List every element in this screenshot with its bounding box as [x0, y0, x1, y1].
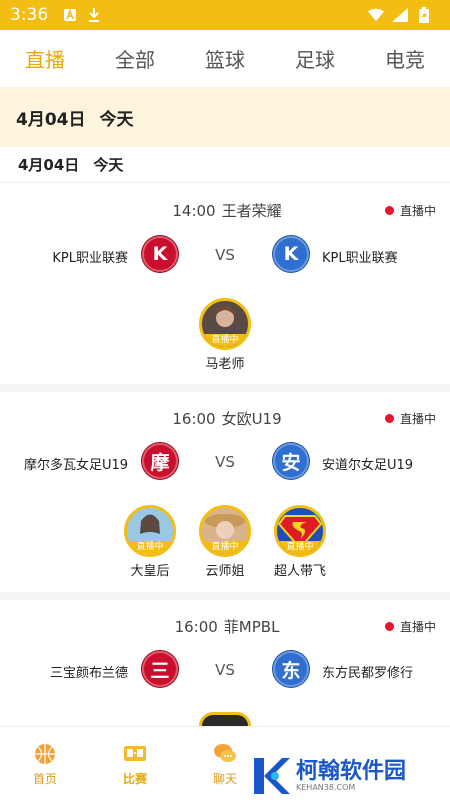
anchor-avatar: 直播中: [199, 505, 251, 557]
status-bar: 3:36: [0, 0, 450, 30]
battery-icon: [416, 7, 432, 23]
live-status: 直播中: [384, 202, 436, 219]
vs-label: VS: [215, 246, 235, 264]
signal-icon: [392, 7, 408, 23]
anchor-avatar: 直播中: [199, 298, 251, 350]
anchor-name: 云师姐: [205, 564, 245, 579]
live-dot-icon: [384, 206, 394, 215]
date-section-date: 4月04日: [18, 156, 80, 174]
live-status-label: 直播中: [399, 412, 436, 426]
home-team-badge: 三: [142, 651, 178, 687]
anchor-name: 超人带飞: [273, 564, 326, 579]
chat-bubbles-icon: [214, 744, 236, 762]
anchor-avatar-partial[interactable]: [199, 712, 251, 726]
live-status-label: 直播中: [399, 620, 436, 634]
home-team-badge: 摩: [142, 443, 178, 479]
date-section-day: 今天: [93, 156, 124, 174]
nav-chat-label: 聊天: [212, 772, 237, 786]
anchor-live-tag: 直播中: [127, 541, 173, 554]
anchor-live-tag: 直播中: [277, 541, 323, 554]
away-team-badge: K: [273, 236, 309, 272]
match-card[interactable]: 16:00 女欧U19 直播中 摩尔多瓦女足U19 摩 VS 安 安道尔女足U19…: [0, 392, 450, 600]
date-banner-day: 今天: [99, 109, 134, 130]
away-team-badge: 安: [273, 443, 309, 479]
anchor-avatar: 直播中: [124, 505, 176, 557]
status-time: 3:36: [10, 5, 49, 25]
live-status: 直播中: [384, 410, 436, 427]
anchor-item[interactable]: 直播中 云师姐: [196, 505, 254, 579]
anchor-avatar: 直播中: [274, 505, 326, 557]
home-team-badge: K: [142, 236, 178, 272]
nav-matches[interactable]: 比赛: [90, 727, 180, 800]
live-status: 直播中: [384, 618, 436, 635]
anchor-live-tag: 直播中: [202, 541, 248, 554]
away-team-name: 东方民都罗修行: [322, 666, 414, 681]
match-time: 16:00: [174, 618, 218, 636]
vs-label: VS: [215, 661, 235, 679]
anchor-item[interactable]: 直播中 马老师: [196, 298, 254, 372]
match-time: 14:00: [172, 202, 216, 220]
kehan-logo-icon: [254, 758, 290, 794]
scoreboard-icon: [124, 746, 146, 761]
tab-basketball[interactable]: 篮球: [180, 44, 270, 73]
category-tabs: 直播 全部 篮球 足球 电竞: [0, 30, 450, 87]
anchor-item[interactable]: 直播中 大皇后: [121, 505, 179, 579]
live-dot-icon: [384, 414, 394, 423]
match-league: 王者荣耀: [221, 202, 282, 220]
match-header: 16:00 菲MPBL: [0, 616, 450, 637]
away-team-badge: 东: [273, 651, 309, 687]
tab-esports[interactable]: 电竞: [360, 44, 450, 73]
away-team-name: KPL职业联赛: [322, 251, 398, 266]
home-team-name: KPL职业联赛: [52, 251, 128, 266]
match-time: 16:00: [172, 410, 216, 428]
match-header: 14:00 王者荣耀: [0, 200, 450, 221]
match-league: 菲MPBL: [223, 618, 280, 636]
tab-all[interactable]: 全部: [90, 44, 180, 73]
tab-live[interactable]: 直播: [0, 44, 90, 73]
anchor-item[interactable]: 直播中 超人带飞: [271, 505, 329, 579]
anchor-name: 大皇后: [130, 564, 170, 579]
date-banner: 4月04日 今天: [0, 87, 450, 147]
home-team-name: 三宝颜布兰德: [49, 666, 128, 681]
anchor-live-tag: 直播中: [202, 334, 248, 347]
date-banner-date: 4月04日: [16, 109, 86, 130]
live-dot-icon: [384, 622, 394, 631]
live-status-label: 直播中: [399, 204, 436, 218]
tab-football[interactable]: 足球: [270, 44, 360, 73]
anchor-name: 马老师: [205, 357, 245, 372]
app-notification-icon: [62, 7, 78, 23]
match-league: 女欧U19: [221, 410, 282, 428]
date-section-header: 4月04日 今天: [0, 147, 450, 183]
nav-home[interactable]: 首页: [0, 727, 90, 800]
wifi-icon: [368, 7, 384, 23]
away-team-name: 安道尔女足U19: [322, 458, 414, 473]
vs-label: VS: [215, 453, 235, 471]
match-card[interactable]: 16:00 菲MPBL 直播中 三宝颜布兰德 三 VS 东 东方民都罗修行: [0, 600, 450, 726]
watermark-subtitle: KEHAN38.COM: [296, 782, 356, 792]
home-team-name: 摩尔多瓦女足U19: [23, 458, 128, 473]
nav-home-label: 首页: [32, 772, 57, 786]
match-header: 16:00 女欧U19: [0, 408, 450, 429]
nav-matches-label: 比赛: [122, 772, 147, 786]
match-card[interactable]: 14:00 王者荣耀 直播中 KPL职业联赛 K VS K KPL职业联赛 直播中…: [0, 184, 450, 392]
watermark-title: 柯翰软件园: [296, 758, 407, 784]
watermark-logo: 柯翰软件园 KEHAN38.COM: [250, 752, 450, 800]
basketball-home-icon: [35, 744, 55, 764]
download-icon: [86, 7, 102, 23]
